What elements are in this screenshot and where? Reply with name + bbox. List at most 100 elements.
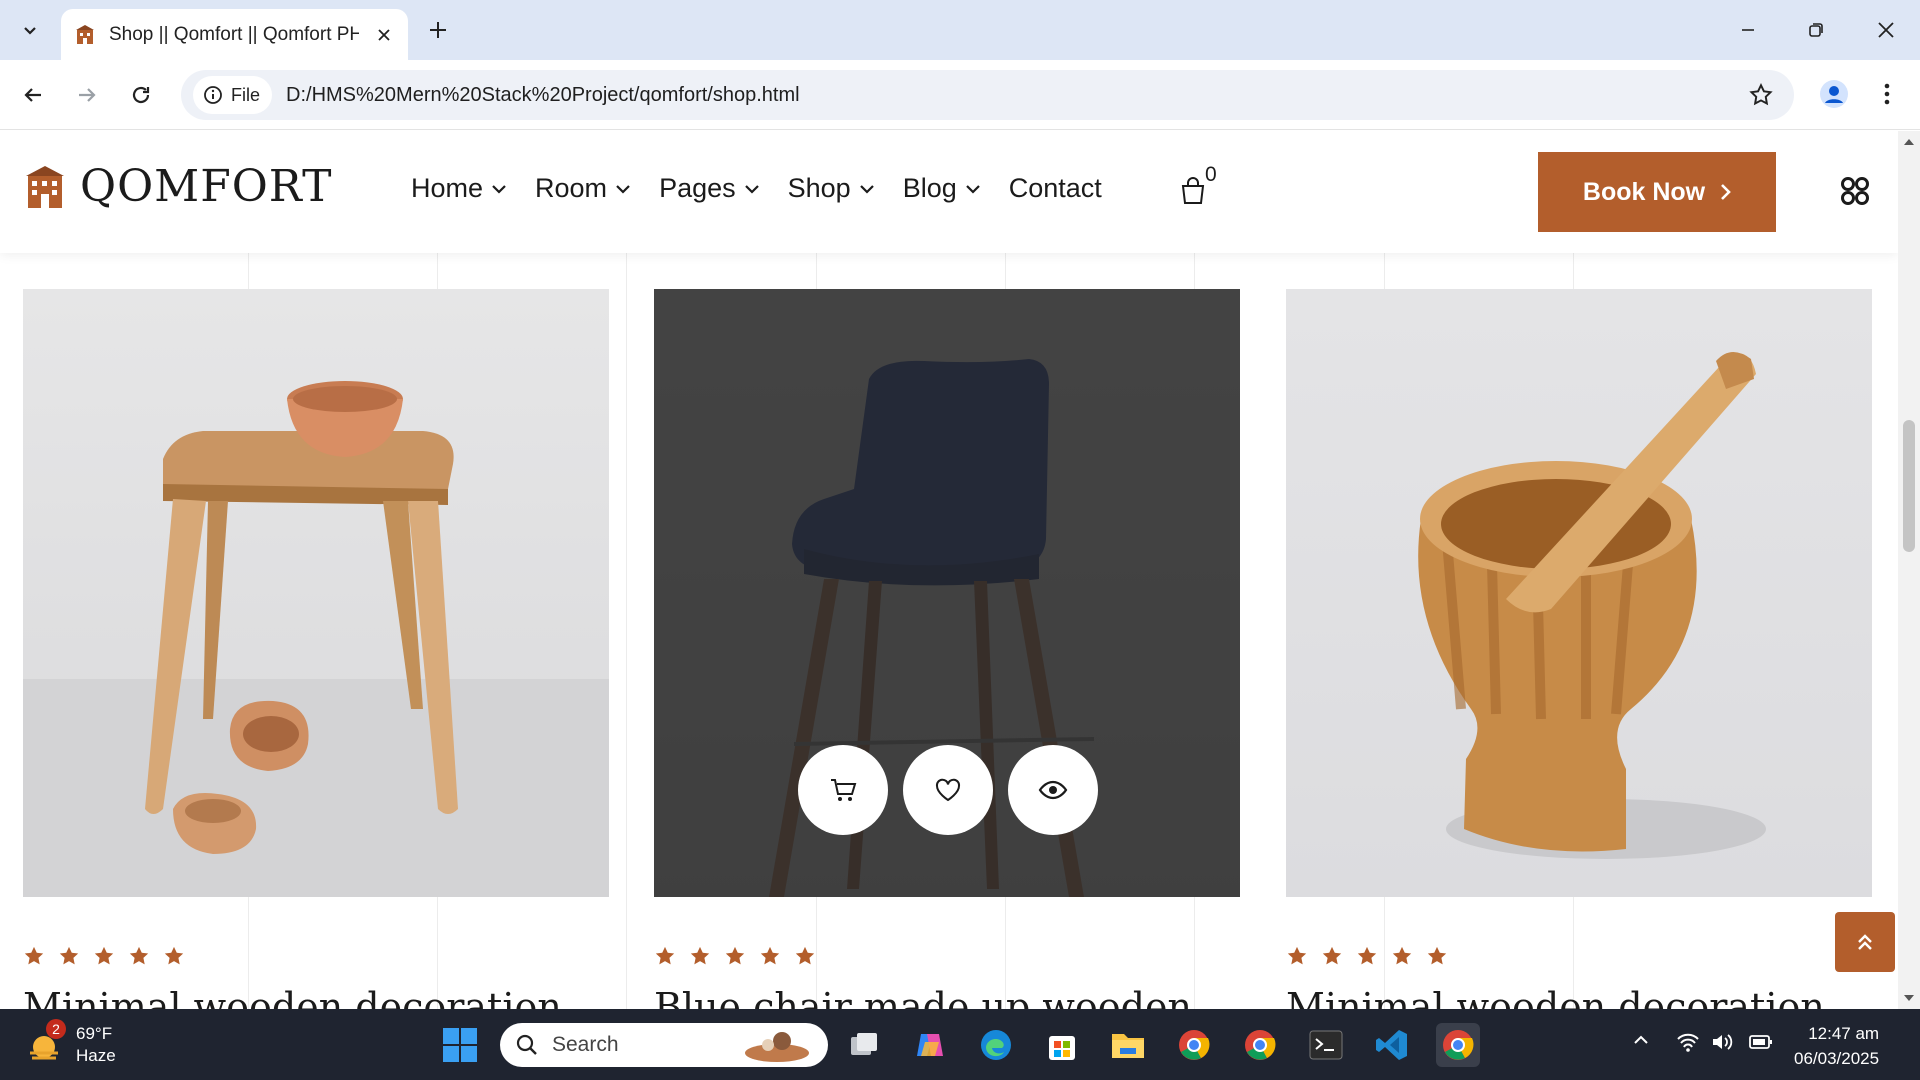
battery-icon[interactable] [1748, 1031, 1774, 1053]
store-icon [1049, 1036, 1075, 1060]
store-button[interactable] [1040, 1023, 1084, 1067]
scrollbar-thumb[interactable] [1903, 420, 1915, 552]
scroll-down-arrow-icon[interactable] [1898, 991, 1920, 1005]
copilot-icon [917, 1034, 943, 1056]
folder-icon [1112, 1034, 1144, 1058]
edge-button[interactable] [974, 1023, 1018, 1067]
product-rating [23, 945, 185, 967]
task-view-button[interactable] [842, 1023, 886, 1067]
mortar-pestle-image [1418, 351, 1766, 859]
quick-view-button[interactable] [1008, 745, 1098, 835]
product-image-blue-chair[interactable] [654, 289, 1240, 897]
site-header: QOMFORT Home Room Pages Shop Blog Contac… [0, 131, 1898, 253]
terminal-button[interactable] [1304, 1023, 1348, 1067]
browser-menu-button[interactable] [1870, 76, 1904, 112]
book-now-label: Book Now [1582, 177, 1706, 206]
star-icon [1357, 946, 1377, 965]
tab-close-icon[interactable] [372, 23, 396, 47]
close-icon [1878, 22, 1894, 38]
add-to-cart-button[interactable] [798, 745, 888, 835]
product-image-mortar[interactable] [1286, 289, 1872, 897]
product-rating [654, 945, 816, 967]
star-icon [94, 946, 114, 965]
minimize-button[interactable] [1728, 12, 1768, 48]
bookmark-star-icon[interactable] [1748, 82, 1774, 108]
back-button[interactable] [16, 78, 50, 112]
weather-icon: 2 [24, 1019, 66, 1065]
star-icon [1427, 946, 1447, 965]
nav-label: Room [535, 173, 608, 203]
star-icon [129, 946, 149, 965]
star-icon [1322, 946, 1342, 965]
file-explorer-button[interactable] [1106, 1023, 1150, 1067]
vscode-button[interactable] [1370, 1023, 1414, 1067]
close-window-button[interactable] [1866, 12, 1906, 48]
chrome-active-button[interactable] [1436, 1023, 1480, 1067]
search-icon [516, 1034, 537, 1055]
nav-item-shop[interactable]: Shop [788, 173, 875, 204]
chrome-icon [1443, 1030, 1474, 1060]
nav-label: Pages [659, 173, 736, 203]
page-scrollbar[interactable] [1898, 131, 1920, 1009]
page-viewport: QOMFORT Home Room Pages Shop Blog Contac… [0, 131, 1898, 1009]
star-icon [59, 946, 79, 965]
url-text[interactable]: D:/HMS%20Mern%20Stack%20Project/qomfort/… [286, 84, 800, 107]
nav-item-room[interactable]: Room [535, 173, 631, 204]
notification-badge: 2 [46, 1019, 66, 1039]
taskbar: 2 69°F Haze Search 12:47 am 06/03/2025 [0, 1009, 1920, 1080]
chevron-up-icon[interactable] [1632, 1031, 1650, 1049]
new-tab-button[interactable] [424, 16, 452, 44]
browser-tab[interactable]: Shop || Qomfort || Qomfort PHP [61, 9, 408, 60]
start-button[interactable] [438, 1023, 482, 1067]
browser-toolbar: File D:/HMS%20Mern%20Stack%20Project/qom… [0, 60, 1920, 130]
chrome-icon [1245, 1030, 1276, 1060]
star-icon [1287, 946, 1307, 965]
copilot-button[interactable] [908, 1023, 952, 1067]
reload-icon [132, 86, 150, 104]
nav-item-contact[interactable]: Contact [1009, 173, 1102, 204]
address-bar[interactable]: File D:/HMS%20Mern%20Stack%20Project/qom… [181, 70, 1794, 120]
product-title-link[interactable]: Minimal wooden decoration [1286, 985, 1825, 1009]
forward-button[interactable] [70, 78, 104, 112]
weather-widget[interactable]: 2 69°F Haze [24, 1019, 116, 1067]
product-image-stool[interactable] [23, 289, 609, 897]
star-icon [725, 946, 745, 965]
chrome-profile-2-button[interactable] [1238, 1023, 1282, 1067]
offcanvas-menu-icon[interactable] [1840, 176, 1870, 206]
taskbar-search[interactable]: Search [500, 1023, 828, 1067]
chrome-profile-1-button[interactable] [1172, 1023, 1216, 1067]
scroll-up-arrow-icon[interactable] [1898, 135, 1920, 149]
volume-icon[interactable] [1710, 1031, 1734, 1053]
book-now-button[interactable]: Book Now [1538, 152, 1776, 232]
nav-item-blog[interactable]: Blog [903, 173, 981, 204]
wifi-icon[interactable] [1676, 1031, 1700, 1053]
vscode-icon [1376, 1030, 1407, 1060]
scroll-to-top-button[interactable] [1835, 912, 1895, 972]
task-view-icon [851, 1033, 877, 1055]
chevron-right-icon [1721, 184, 1731, 200]
product-rating [1286, 945, 1448, 967]
product-title-link[interactable]: Minimal wooden decoration [23, 985, 562, 1009]
terminal-icon [1309, 1030, 1343, 1060]
arrow-left-icon [24, 88, 41, 102]
shopping-bag-icon[interactable] [1178, 176, 1208, 206]
minimize-icon [1742, 29, 1754, 31]
clock-date: 06/03/2025 [1794, 1049, 1880, 1068]
add-to-wishlist-button[interactable] [903, 745, 993, 835]
nav-item-home[interactable]: Home [411, 173, 507, 204]
product-title-link[interactable]: Blue chair made up wooden [654, 985, 1192, 1009]
restore-button[interactable] [1796, 12, 1836, 48]
system-clock[interactable]: 12:47 am 06/03/2025 [1794, 1021, 1879, 1071]
nav-label: Home [411, 173, 484, 203]
heart-icon [935, 778, 961, 802]
info-icon [204, 86, 222, 104]
site-logo[interactable]: QOMFORT [22, 161, 333, 212]
nav-item-pages[interactable]: Pages [659, 173, 760, 204]
plus-icon [430, 22, 446, 38]
star-icon [760, 946, 780, 965]
tab-search-button[interactable] [12, 12, 48, 48]
profile-button[interactable] [1816, 76, 1852, 112]
reload-button[interactable] [124, 78, 158, 112]
site-favicon-icon [73, 23, 97, 47]
site-info-chip[interactable]: File [193, 76, 273, 114]
